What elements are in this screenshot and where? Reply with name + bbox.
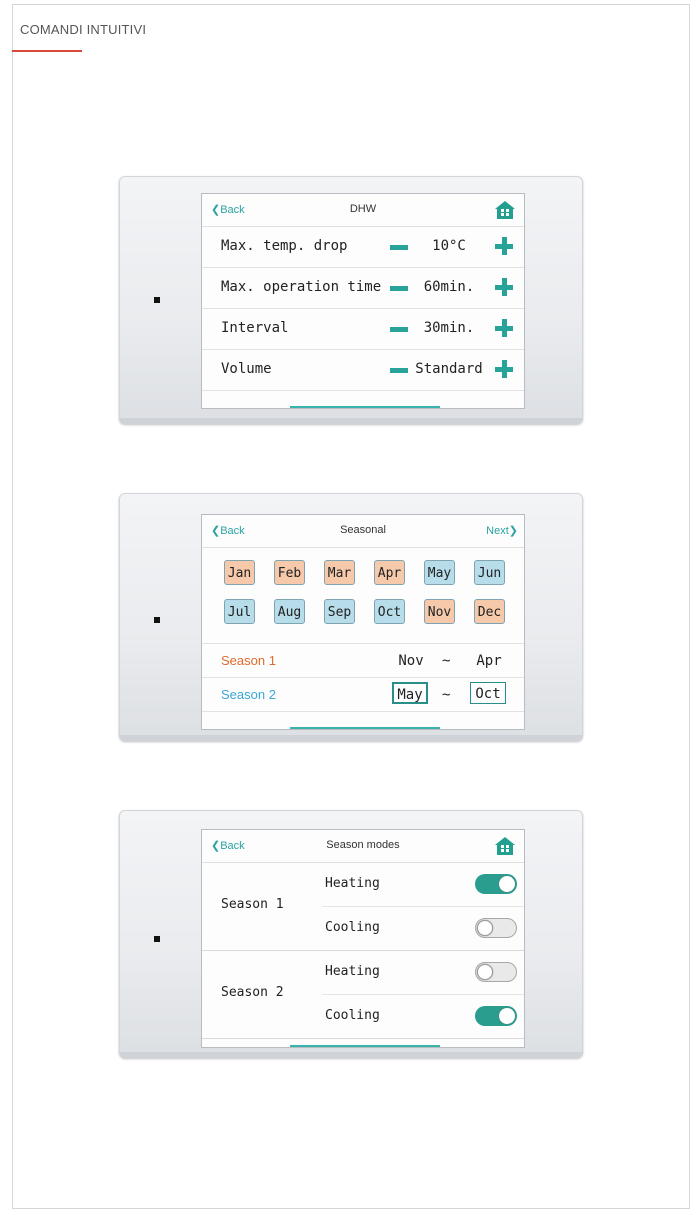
season-1-start[interactable]: Nov bbox=[392, 653, 430, 669]
season-mode-group: Season 1 Heating Cooling bbox=[202, 863, 524, 951]
dhw-screen: ❮Back DHW Max. temp. drop 10°C Max. oper… bbox=[201, 193, 525, 409]
setting-label: Interval bbox=[221, 320, 289, 336]
page-indicator bbox=[290, 406, 440, 408]
mode-row: Cooling bbox=[322, 995, 524, 1038]
controller-device-modes: ❮Back Season modes Season 1 Heating Cool… bbox=[119, 810, 583, 1058]
setting-row: Volume Standard bbox=[202, 350, 524, 391]
month-button[interactable]: Nov bbox=[424, 599, 455, 624]
season-2-end[interactable]: Oct bbox=[470, 682, 506, 704]
setting-value: 60min. bbox=[423, 279, 475, 295]
status-led bbox=[154, 936, 160, 942]
home-icon[interactable] bbox=[494, 199, 516, 221]
next-button[interactable]: Next❯ bbox=[486, 524, 518, 537]
modes-screen: ❮Back Season modes Season 1 Heating Cool… bbox=[201, 829, 525, 1048]
minus-icon[interactable] bbox=[390, 286, 408, 291]
mode-label: Heating bbox=[325, 964, 380, 979]
season-range-row: Season 1 Nov ~ Apr bbox=[202, 644, 524, 678]
modes-topbar: ❮Back Season modes bbox=[202, 830, 524, 863]
device-edge bbox=[119, 1052, 583, 1058]
range-separator: ~ bbox=[442, 687, 451, 703]
device-edge bbox=[119, 418, 583, 424]
month-button[interactable]: Aug bbox=[274, 599, 305, 624]
plus-icon[interactable] bbox=[495, 360, 513, 378]
page-indicator bbox=[290, 727, 440, 729]
range-separator: ~ bbox=[442, 653, 451, 669]
season-label: Season 1 bbox=[221, 897, 284, 912]
month-button[interactable]: Dec bbox=[474, 599, 505, 624]
month-button[interactable]: Jan bbox=[224, 560, 255, 585]
heating-toggle[interactable] bbox=[475, 962, 517, 982]
screen-title: Seasonal bbox=[340, 524, 386, 536]
title-underline bbox=[12, 50, 82, 52]
month-button[interactable]: Mar bbox=[324, 560, 355, 585]
mode-label: Cooling bbox=[325, 920, 380, 935]
plus-icon[interactable] bbox=[495, 278, 513, 296]
setting-label: Max. operation time bbox=[221, 279, 382, 295]
season-1-end[interactable]: Apr bbox=[470, 653, 508, 669]
mode-row: Heating bbox=[322, 951, 524, 995]
section-title: COMANDI INTUITIVI bbox=[20, 22, 147, 37]
month-button[interactable]: Feb bbox=[274, 560, 305, 585]
toggle-knob bbox=[477, 964, 493, 980]
status-led bbox=[154, 297, 160, 303]
status-led bbox=[154, 617, 160, 623]
mode-label: Cooling bbox=[325, 1008, 380, 1023]
toggle-knob bbox=[499, 876, 515, 892]
season-2-label: Season 2 bbox=[221, 687, 276, 702]
month-button[interactable]: Apr bbox=[374, 560, 405, 585]
mode-label: Heating bbox=[325, 876, 380, 891]
page-indicator bbox=[290, 1045, 440, 1047]
season-1-label: Season 1 bbox=[221, 653, 276, 668]
month-button[interactable]: Jul bbox=[224, 599, 255, 624]
minus-icon[interactable] bbox=[390, 245, 408, 250]
minus-icon[interactable] bbox=[390, 327, 408, 332]
season-label: Season 2 bbox=[221, 985, 284, 1000]
seasonal-topbar: ❮Back Seasonal Next❯ bbox=[202, 515, 524, 548]
setting-row: Interval 30min. bbox=[202, 309, 524, 350]
minus-icon[interactable] bbox=[390, 368, 408, 373]
season-2-start[interactable]: May bbox=[392, 682, 428, 704]
screen-title: DHW bbox=[349, 203, 377, 215]
mode-row: Heating bbox=[322, 863, 524, 907]
controller-device-seasonal: ❮Back Seasonal Next❯ Jan Feb Mar Apr May… bbox=[119, 493, 583, 741]
month-button[interactable]: Sep bbox=[324, 599, 355, 624]
home-icon[interactable] bbox=[494, 835, 516, 857]
toggle-knob bbox=[477, 920, 493, 936]
season-mode-group: Season 2 Heating Cooling bbox=[202, 951, 524, 1039]
cooling-toggle[interactable] bbox=[475, 1006, 517, 1026]
setting-value: Standard bbox=[415, 361, 483, 377]
setting-label: Volume bbox=[221, 361, 272, 377]
dhw-topbar: ❮Back DHW bbox=[202, 194, 524, 227]
cooling-toggle[interactable] bbox=[475, 918, 517, 938]
plus-icon[interactable] bbox=[495, 237, 513, 255]
setting-label: Max. temp. drop bbox=[221, 238, 348, 254]
plus-icon[interactable] bbox=[495, 319, 513, 337]
screen-title: Season modes bbox=[326, 839, 400, 851]
seasonal-screen: ❮Back Seasonal Next❯ Jan Feb Mar Apr May… bbox=[201, 514, 525, 730]
setting-row: Max. temp. drop 10°C bbox=[202, 227, 524, 268]
device-edge bbox=[119, 735, 583, 741]
toggle-knob bbox=[499, 1008, 515, 1024]
mode-row: Cooling bbox=[322, 907, 524, 950]
heating-toggle[interactable] bbox=[475, 874, 517, 894]
month-button[interactable]: Jun bbox=[474, 560, 505, 585]
month-button[interactable]: Oct bbox=[374, 599, 405, 624]
setting-row: Max. operation time 60min. bbox=[202, 268, 524, 309]
setting-value: 10°C bbox=[432, 238, 466, 254]
controller-device-dhw: ❮Back DHW Max. temp. drop 10°C Max. oper… bbox=[119, 176, 583, 424]
setting-value: 30min. bbox=[423, 320, 475, 336]
month-button[interactable]: May bbox=[424, 560, 455, 585]
month-grid: Jan Feb Mar Apr May Jun Jul Aug Sep Oct … bbox=[202, 548, 524, 644]
season-range-row: Season 2 May ~ Oct bbox=[202, 678, 524, 712]
chevron-right-icon: ❯ bbox=[508, 525, 518, 537]
